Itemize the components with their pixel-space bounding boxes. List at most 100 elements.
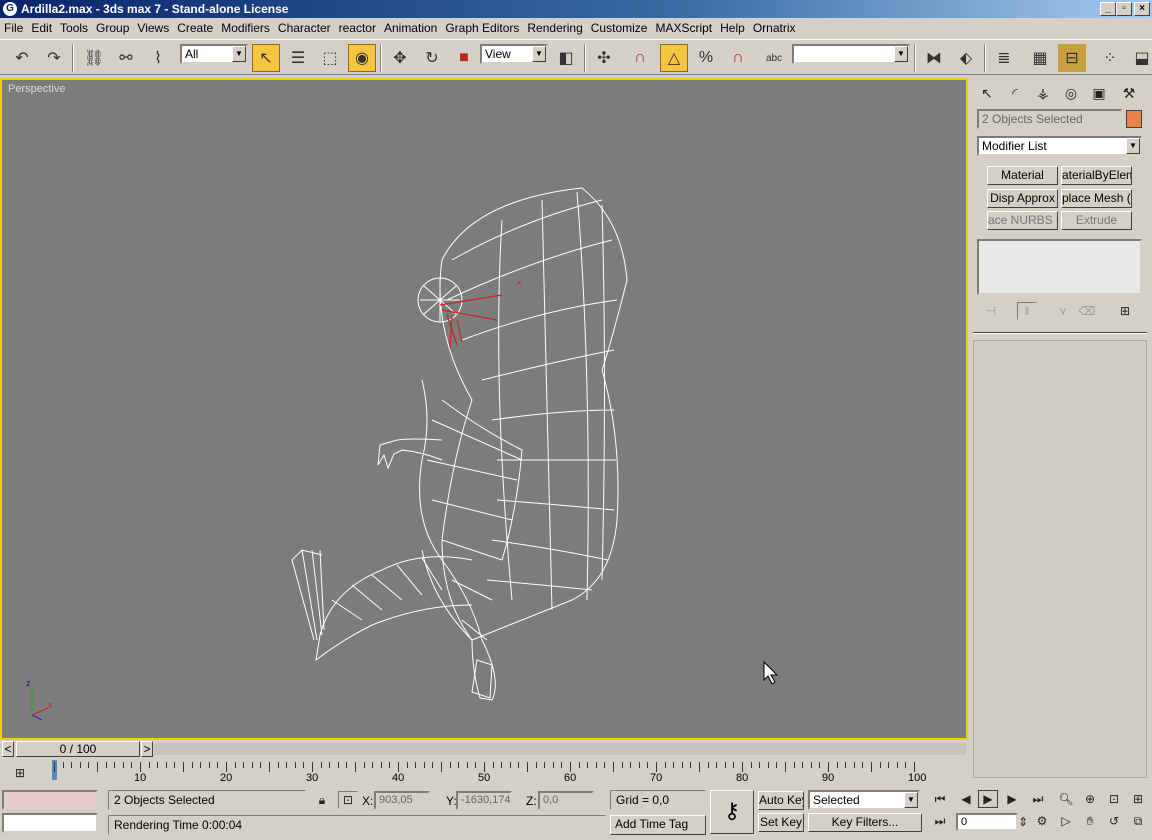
create-tab-icon[interactable]: ↖ [975, 82, 999, 104]
time-slider-track[interactable] [154, 743, 966, 755]
percent-snap-icon[interactable]: % [692, 44, 720, 72]
mirror-icon[interactable]: ⧓ [920, 44, 948, 72]
hierarchy-tab-icon[interactable]: ⚶ [1031, 82, 1055, 104]
pin-stack-icon[interactable]: ⊣ [981, 302, 1001, 320]
menu-modifiers[interactable]: Modifiers [221, 21, 276, 35]
select-object-icon[interactable]: ↖ [252, 44, 280, 72]
add-time-tag-button[interactable]: Add Time Tag [610, 815, 706, 835]
selection-filter-dropdown[interactable]: All ▼ [180, 44, 248, 64]
auto-key-button[interactable]: Auto Key [758, 791, 804, 810]
maximize-viewport-icon[interactable]: ⧉ [1128, 812, 1148, 830]
select-and-move-icon[interactable]: ✥ [386, 44, 414, 72]
menu-edit[interactable]: Edit [31, 21, 58, 35]
motion-tab-icon[interactable]: ◎ [1059, 82, 1083, 104]
zoom-all-icon[interactable]: ⊕ [1080, 790, 1100, 808]
key-mode-dropdown[interactable]: Selected ▼ [808, 790, 920, 810]
menu-create[interactable]: Create [177, 21, 219, 35]
select-and-scale-icon[interactable]: ■ [450, 44, 478, 72]
set-key-button[interactable]: Set Key [758, 813, 804, 832]
redo-icon[interactable]: ↷ [40, 44, 68, 72]
named-selection-dropdown[interactable]: ▼ [792, 44, 910, 64]
menu-views[interactable]: Views [137, 21, 175, 35]
goto-end-icon[interactable]: ⏭ [1028, 790, 1048, 808]
unlink-icon[interactable]: ⚯ [112, 44, 140, 72]
utilities-tab-icon[interactable]: ⚒ [1117, 82, 1141, 104]
menu-character[interactable]: Character [278, 21, 337, 35]
time-configuration-icon[interactable]: ⚙ [1032, 812, 1052, 830]
curve-editor-icon[interactable]: ▦ [1026, 44, 1054, 72]
window-crossing-icon[interactable]: ◉ [348, 44, 376, 72]
menu-tools[interactable]: Tools [60, 21, 94, 35]
modifier-button-displace-mesh[interactable]: place Mesh (W [1061, 189, 1132, 208]
bind-space-warp-icon[interactable]: ⌇ [144, 44, 172, 72]
menu-help[interactable]: Help [720, 21, 751, 35]
manipulate-icon[interactable]: ✣ [590, 44, 618, 72]
select-and-link-icon[interactable]: ⛓ [80, 44, 108, 72]
menu-ornatrix[interactable]: Ornatrix [753, 21, 802, 35]
time-next-button[interactable]: > [141, 741, 153, 757]
menu-maxscript[interactable]: MAXScript [655, 21, 718, 35]
edit-named-selection-icon[interactable]: abc [760, 44, 788, 72]
object-color-swatch[interactable] [1126, 110, 1142, 128]
configure-modifier-sets-icon[interactable]: ⊞ [1115, 302, 1135, 320]
curve-editor-mini-icon[interactable]: ⊞ [10, 764, 30, 782]
angle-snap-icon[interactable]: △ [660, 44, 688, 72]
make-unique-icon[interactable]: ⋎ [1053, 302, 1073, 320]
time-slider-thumb[interactable]: 0 / 100 [16, 741, 140, 757]
key-filters-button[interactable]: Key Filters... [808, 813, 922, 832]
y-coordinate-field[interactable]: -1630,174 [456, 791, 512, 810]
render-scene-icon[interactable]: ⬓ [1128, 44, 1152, 72]
modifier-button-disp-approx[interactable]: Disp Approx [987, 189, 1058, 208]
maxscript-listener-mini[interactable] [2, 790, 98, 810]
spinner-snap-icon[interactable]: ∩ [724, 44, 752, 72]
maximize-button[interactable]: ▫ [1116, 2, 1132, 16]
object-name-field[interactable]: 2 Objects Selected [977, 109, 1122, 129]
field-of-view-icon[interactable]: ▷ [1056, 812, 1076, 830]
frame-spinner-icon[interactable]: ⇕ [1018, 813, 1028, 831]
layer-manager-icon[interactable]: ≣ [990, 44, 1018, 72]
menu-file[interactable]: File [4, 21, 29, 35]
snap-toggle-icon[interactable]: ∩ [626, 44, 654, 72]
rectangular-selection-icon[interactable]: ⬚ [316, 44, 344, 72]
select-by-name-icon[interactable]: ☰ [284, 44, 312, 72]
close-button[interactable]: × [1134, 2, 1150, 16]
menu-customize[interactable]: Customize [591, 21, 654, 35]
display-tab-icon[interactable]: ▣ [1087, 82, 1111, 104]
play-icon[interactable]: ▶ [978, 790, 998, 808]
time-slider[interactable]: < 0 / 100 > [0, 741, 968, 759]
modifier-button-surface-nurbs[interactable]: ace NURBS (W [987, 211, 1058, 230]
maxscript-input-mini[interactable] [2, 813, 98, 833]
previous-frame-icon[interactable]: ◀ [956, 790, 976, 808]
modify-tab-icon[interactable]: ◜ [1003, 82, 1027, 104]
menu-reactor[interactable]: reactor [339, 21, 382, 35]
track-bar[interactable]: ⊞ 10 20 30 40 50 60 70 80 90 100 [0, 760, 968, 790]
menu-graph-editors[interactable]: Graph Editors [445, 21, 525, 35]
align-icon[interactable]: ⬖ [952, 44, 980, 72]
menu-group[interactable]: Group [96, 21, 135, 35]
goto-start-icon[interactable]: ⏮ [930, 790, 950, 808]
modifier-stack-list[interactable] [977, 239, 1142, 295]
reference-coord-dropdown[interactable]: View ▼ [480, 44, 548, 64]
arc-rotate-icon[interactable]: ↺ [1104, 812, 1124, 830]
material-editor-icon[interactable]: ⁘ [1096, 44, 1124, 72]
minimize-button[interactable]: _ [1100, 2, 1116, 16]
modifier-button-material-by-element[interactable]: aterialByEleme [1061, 166, 1132, 185]
menu-animation[interactable]: Animation [384, 21, 443, 35]
next-frame-icon[interactable]: ▶ [1002, 790, 1022, 808]
remove-modifier-icon[interactable]: ⌫ [1077, 302, 1097, 320]
modifier-button-material[interactable]: Material [987, 166, 1058, 185]
zoom-extents-all-icon[interactable]: ⊞ [1128, 790, 1148, 808]
undo-icon[interactable]: ↶ [8, 44, 36, 72]
squirrel-wireframe-model[interactable]: x z x [2, 80, 966, 738]
key-mode-toggle-icon[interactable]: ⏭ [930, 812, 950, 830]
lock-selection-icon[interactable]: 🔒︎ [312, 791, 332, 809]
schematic-view-icon[interactable]: ⊟ [1058, 44, 1086, 72]
zoom-icon[interactable]: 🔍︎ [1056, 790, 1076, 808]
current-frame-field[interactable]: 0 [956, 813, 1018, 831]
select-and-rotate-icon[interactable]: ↻ [418, 44, 446, 72]
modifier-list-dropdown[interactable]: Modifier List ▼ [977, 136, 1142, 156]
perspective-viewport[interactable]: Perspective x z x [0, 78, 968, 740]
show-end-result-icon[interactable]: ‖ [1017, 302, 1037, 320]
zoom-extents-icon[interactable]: ⊡ [1104, 790, 1124, 808]
set-key-icon[interactable]: ⚷ [710, 790, 754, 834]
